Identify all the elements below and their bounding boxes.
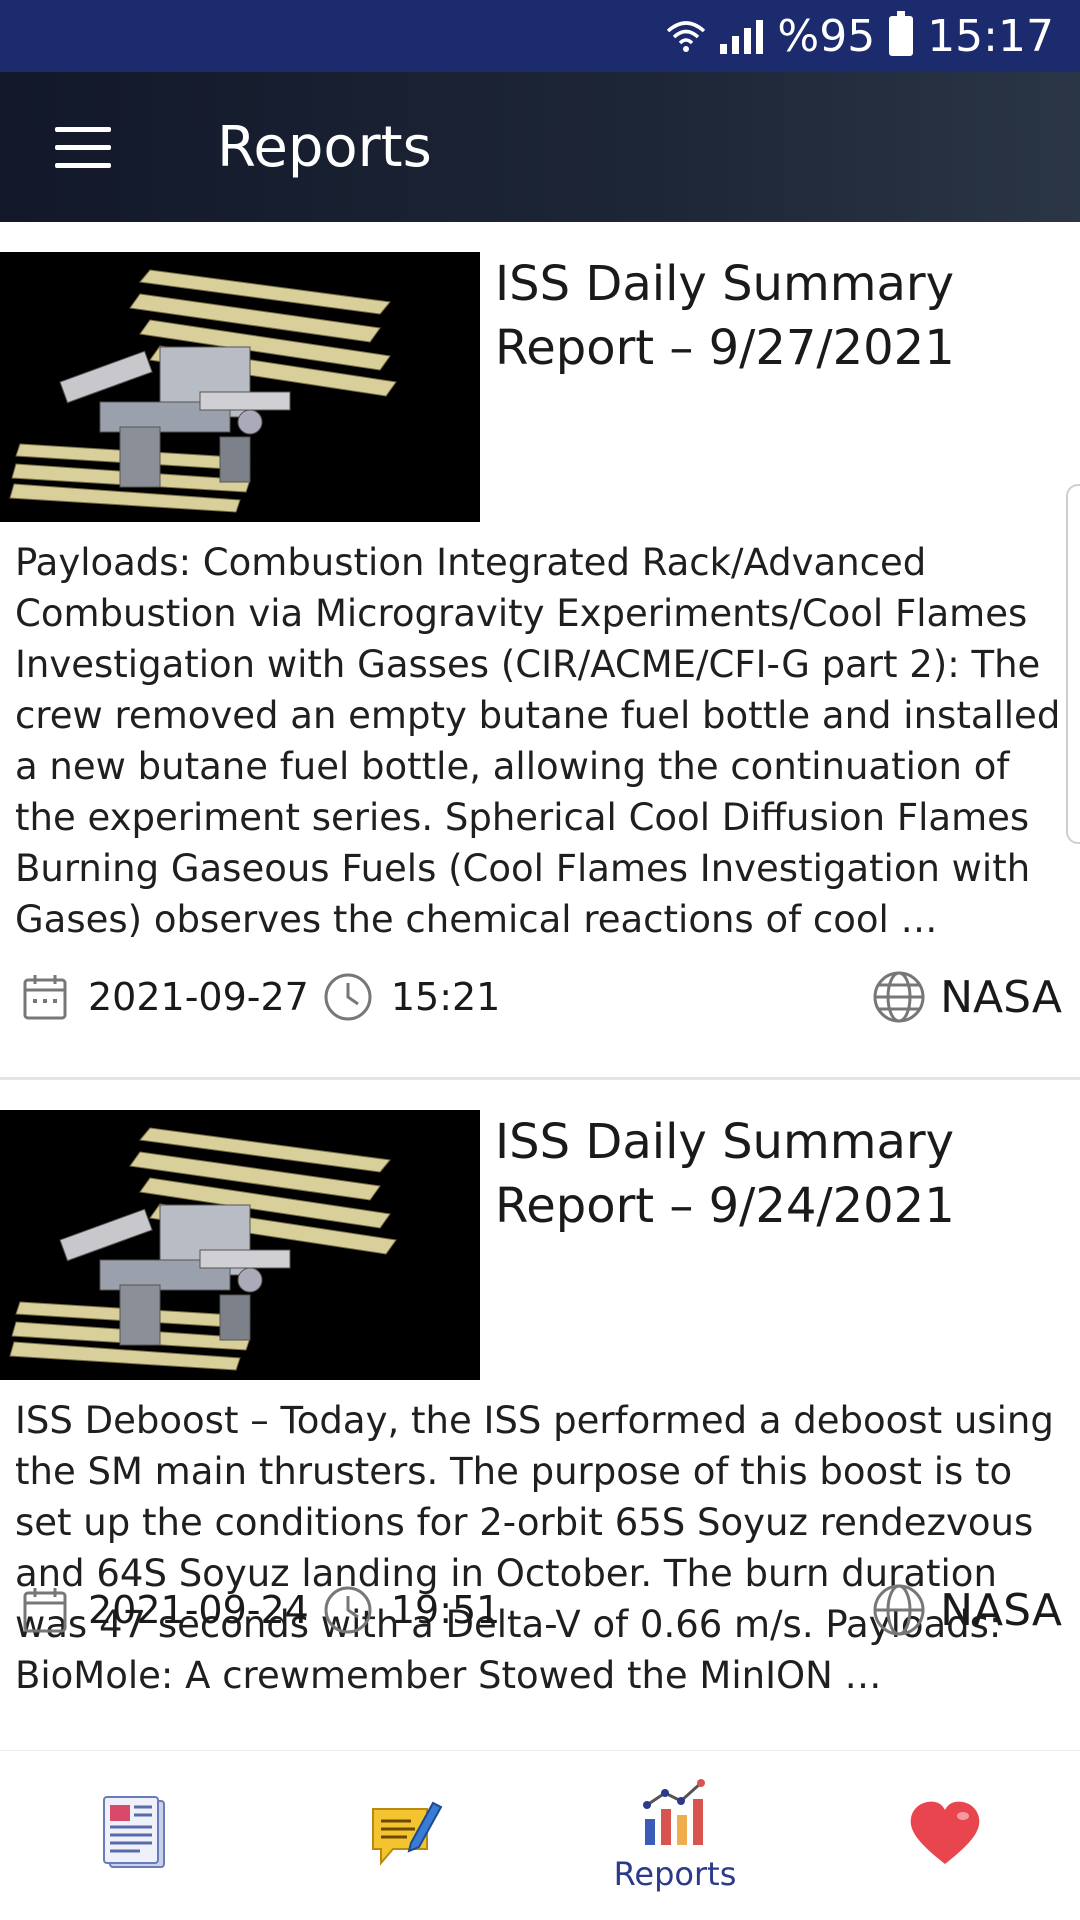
report-card[interactable]: ISS Daily Summary Report – 9/27/2021 Pay…	[0, 222, 1080, 1080]
clock-icon	[324, 1586, 372, 1634]
heart-favorites-icon	[910, 1801, 980, 1864]
battery-percent: %95	[777, 10, 876, 62]
report-card[interactable]: ISS Daily Summary Report – 9/24/2021 ISS…	[0, 1080, 1080, 1750]
calendar-icon	[23, 1588, 67, 1633]
app-bar: Reports	[0, 72, 1080, 222]
nav-item-favorites[interactable]	[810, 1751, 1080, 1920]
iss-station-image	[0, 1110, 480, 1380]
reports-list[interactable]: ISS Daily Summary Report – 9/27/2021 Pay…	[0, 222, 1080, 1750]
status-bar: %95 15:17	[0, 0, 1080, 72]
menu-button[interactable]	[23, 72, 143, 222]
reports-chart-icon	[643, 1778, 705, 1845]
report-time: 19:51	[390, 1588, 501, 1632]
clock-icon	[324, 973, 372, 1021]
battery-icon	[889, 11, 914, 56]
wifi-icon	[667, 21, 706, 52]
page-title: Reports	[217, 114, 432, 180]
notes-pencil-icon	[372, 1801, 443, 1866]
globe-icon	[873, 971, 925, 1023]
news-document-icon	[103, 1795, 165, 1868]
nav-label-reports: Reports	[613, 1854, 737, 1893]
report-summary: Payloads: Combustion Integrated Rack/Adv…	[15, 541, 1061, 941]
bottom-navigation: Reports	[0, 1750, 1080, 1920]
globe-icon	[873, 1584, 925, 1636]
report-source: NASA	[940, 1584, 1062, 1636]
hamburger-menu-icon	[55, 126, 111, 168]
iss-station-image	[0, 252, 480, 522]
report-time: 15:21	[390, 975, 501, 1019]
scroll-indicator[interactable]	[1066, 484, 1080, 844]
report-thumbnail	[0, 1110, 480, 1380]
report-date: 2021-09-24	[88, 1588, 309, 1632]
nav-item-reports[interactable]: Reports	[540, 1751, 810, 1920]
calendar-icon	[23, 975, 67, 1020]
report-title[interactable]: ISS Daily Summary Report – 9/24/2021	[495, 1110, 1015, 1238]
report-date: 2021-09-27	[88, 975, 309, 1019]
nav-item-notes[interactable]	[270, 1751, 540, 1920]
report-title[interactable]: ISS Daily Summary Report – 9/27/2021	[495, 252, 1015, 380]
report-thumbnail	[0, 252, 480, 522]
report-meta: 2021-09-24 19:51 NASA	[22, 1580, 1062, 1640]
nav-item-news[interactable]	[0, 1751, 270, 1920]
report-summary: ISS Deboost – Today, the ISS performed a…	[15, 1399, 1054, 1697]
signal-icon	[720, 18, 764, 54]
clock-time: 15:17	[927, 10, 1054, 62]
report-source: NASA	[940, 971, 1062, 1023]
report-meta: 2021-09-27 15:21 NASA	[22, 967, 1062, 1027]
